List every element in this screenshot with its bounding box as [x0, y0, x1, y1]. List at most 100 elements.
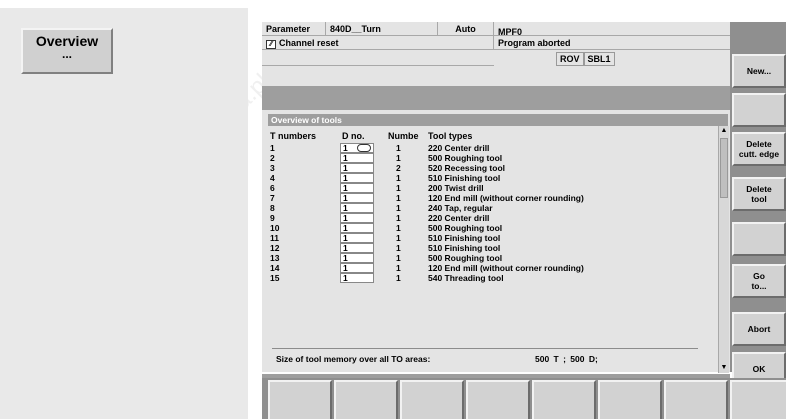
softkey-abort[interactable]: Abort: [732, 312, 786, 346]
t-number-cell: 8: [270, 203, 275, 213]
d-number-field[interactable]: 1: [340, 263, 374, 273]
d-number-field[interactable]: 1: [340, 163, 374, 173]
softkey-new[interactable]: New...: [732, 54, 786, 88]
t-number-cell: 14: [270, 263, 280, 273]
scroll-down-icon[interactable]: ▼: [719, 363, 729, 373]
softkey-blank-2[interactable]: [732, 222, 786, 256]
number-cell: 1: [396, 243, 401, 253]
program-status: Program aborted: [494, 36, 730, 50]
softkey-delete-tool[interactable]: Delete tool: [732, 177, 786, 211]
d-number-field[interactable]: 1: [340, 223, 374, 233]
tool-type-cell: 540 Threading tool: [428, 273, 504, 283]
left-panel: Overview ...: [0, 8, 248, 419]
t-number-cell: 4: [270, 173, 275, 183]
tool-type-cell: 510 Finishing tool: [428, 233, 501, 243]
bottom-softkey-4[interactable]: [466, 380, 530, 419]
number-cell: 1: [396, 143, 401, 153]
tool-type-cell: 220 Center drill: [428, 213, 490, 223]
reset-icon: ⁄⁄: [266, 40, 276, 49]
flag-rov: ROV: [556, 52, 584, 66]
memory-value: 500 T ; 500 D;: [535, 354, 598, 364]
d-number-field[interactable]: 1: [340, 203, 374, 213]
t-number-cell: 12: [270, 243, 280, 253]
number-cell: 1: [396, 193, 401, 203]
t-number-cell: 7: [270, 193, 275, 203]
t-number-cell: 1: [270, 143, 275, 153]
cursor-icon: [357, 144, 371, 152]
d-number-field[interactable]: 1: [340, 153, 374, 163]
number-cell: 1: [396, 203, 401, 213]
d-number-field[interactable]: 1: [340, 253, 374, 263]
overview-sub: ...: [61, 47, 72, 61]
flags: ROV SBL1: [556, 52, 615, 66]
number-cell: 1: [396, 263, 401, 273]
right-softkey-bar: New... Delete cutt. edge Delete tool Go …: [730, 22, 786, 386]
d-number-field[interactable]: 1: [340, 243, 374, 253]
d-number-field[interactable]: 1: [340, 233, 374, 243]
d-number-field[interactable]: 1: [340, 183, 374, 193]
tool-type-cell: 520 Recessing tool: [428, 163, 506, 173]
t-number-cell: 11: [270, 233, 279, 243]
bottom-softkey-8[interactable]: [730, 380, 786, 419]
bottom-softkey-7[interactable]: [664, 380, 728, 419]
tool-type-cell: 500 Roughing tool: [428, 153, 503, 163]
d-number-field[interactable]: 1: [340, 273, 374, 283]
t-number-cell: 9: [270, 213, 275, 223]
t-number-cell: 2: [270, 153, 275, 163]
bottom-softkey-2[interactable]: [334, 380, 398, 419]
column-header-d-no: D no.: [342, 131, 365, 141]
number-cell: 1: [396, 273, 401, 283]
tool-type-cell: 120 End mill (without corner rounding): [428, 193, 584, 203]
vertical-scrollbar[interactable]: ▲ ▼: [718, 126, 729, 373]
parameter-label: Parameter: [262, 22, 326, 36]
overview-button[interactable]: Overview ...: [21, 28, 113, 74]
main-window: Parameter 840D__Turn Auto MPF0 ⁄⁄ Channel…: [262, 22, 730, 386]
number-cell: 1: [396, 253, 401, 263]
divider: [272, 348, 698, 349]
number-cell: 1: [396, 233, 401, 243]
dark-strip: [262, 86, 730, 110]
softkey-top-blank: [732, 22, 786, 46]
number-cell: 1: [396, 223, 401, 233]
tool-type-cell: 240 Tap, regular: [428, 203, 493, 213]
t-number-cell: 6: [270, 183, 275, 193]
scroll-up-icon[interactable]: ▲: [719, 126, 729, 136]
column-header-tool-types: Tool types: [428, 131, 473, 141]
t-number-cell: 3: [270, 163, 275, 173]
number-cell: 1: [396, 173, 401, 183]
channel-status: ⁄⁄ Channel reset: [262, 36, 494, 50]
bottom-softkey-bar: [262, 378, 786, 419]
softkey-delete-cutting-edge[interactable]: Delete cutt. edge: [732, 132, 786, 166]
d-number-field[interactable]: 1: [340, 173, 374, 183]
machine-label: 840D__Turn: [326, 22, 438, 36]
column-header-number: Numbe: [388, 131, 419, 141]
header-row-1: Parameter 840D__Turn Auto MPF0: [262, 22, 730, 37]
scroll-thumb[interactable]: [720, 138, 728, 198]
d-number-field[interactable]: 1: [340, 213, 374, 223]
t-number-cell: 13: [270, 253, 280, 263]
number-cell: 2: [396, 163, 401, 173]
tool-type-cell: 510 Finishing tool: [428, 243, 501, 253]
softkey-blank-1[interactable]: [732, 93, 786, 127]
tool-type-cell: 220 Center drill: [428, 143, 490, 153]
tool-type-cell: 510 Finishing tool: [428, 173, 501, 183]
flag-sbl1: SBL1: [583, 52, 615, 66]
d-number-field[interactable]: 1: [340, 143, 374, 153]
number-cell: 1: [396, 153, 401, 163]
d-number-field[interactable]: 1: [340, 193, 374, 203]
bottom-softkey-6[interactable]: [598, 380, 662, 419]
tool-type-cell: 120 End mill (without corner rounding): [428, 263, 584, 273]
number-cell: 1: [396, 183, 401, 193]
tool-type-cell: 500 Roughing tool: [428, 223, 503, 233]
bottom-softkey-3[interactable]: [400, 380, 464, 419]
t-number-cell: 10: [270, 223, 280, 233]
softkey-go-to[interactable]: Go to...: [732, 264, 786, 298]
memory-label: Size of tool memory over all TO areas:: [276, 354, 431, 364]
panel-title: Overview of tools: [268, 114, 728, 126]
number-cell: 1: [396, 213, 401, 223]
bottom-softkey-1[interactable]: [268, 380, 332, 419]
bottom-softkey-5[interactable]: [532, 380, 596, 419]
header-row-2: ⁄⁄ Channel reset Program aborted: [262, 36, 730, 50]
tool-type-cell: 500 Roughing tool: [428, 253, 503, 263]
header-row-3: ROV SBL1: [262, 50, 730, 66]
